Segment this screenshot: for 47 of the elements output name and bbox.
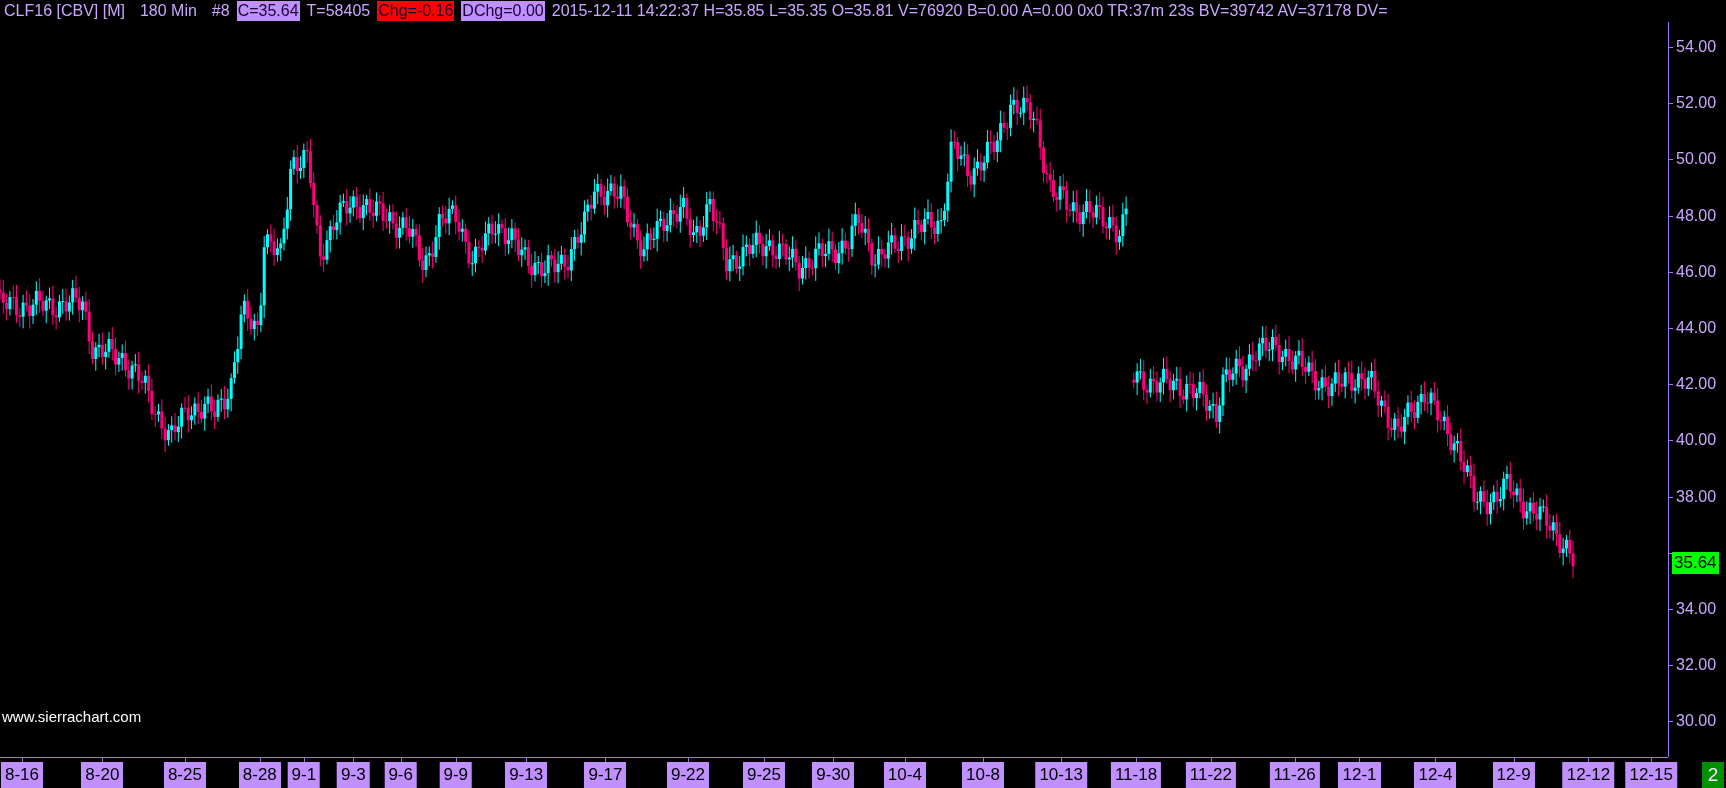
date-label: 8-16 bbox=[1, 762, 44, 788]
date-label: 9-9 bbox=[439, 762, 472, 788]
website-text: www.sierrachart.com bbox=[2, 707, 142, 727]
date-label: 8-20 bbox=[81, 762, 124, 788]
data-text: T=58405 bbox=[306, 1, 371, 21]
price-label: 54.00 bbox=[1676, 38, 1717, 56]
date-label: 9-22 bbox=[667, 762, 709, 788]
price-label: 30.00 bbox=[1676, 712, 1717, 731]
price-label: 38.00 bbox=[1676, 487, 1717, 506]
date-label: 9-30 bbox=[812, 762, 855, 788]
timeframe-text: 180 Min bbox=[139, 1, 197, 21]
date-label: 10-8 bbox=[962, 762, 1004, 788]
price-label: 44.00 bbox=[1676, 319, 1717, 337]
data-badge: DChg=0.00 bbox=[461, 1, 545, 21]
data-badge: Chg=-0.16 bbox=[377, 1, 455, 21]
date-label: 8-28 bbox=[238, 762, 281, 788]
price-label: 48.00 bbox=[1676, 206, 1717, 225]
date-label: 11-22 bbox=[1185, 762, 1236, 788]
date-label: 12-15 bbox=[1625, 762, 1677, 788]
bar-number-text: #8 bbox=[211, 1, 230, 21]
data-text: 2015-12-11 14:22:37 H=35.85 L=35.35 O=35.81 V=76920 B=0.00 A=0.00 0x0 TR:37m 23s BV=39742 AV=37178 DV= bbox=[551, 1, 1388, 21]
date-label: 9-13 bbox=[505, 762, 548, 788]
date-label: 9-17 bbox=[584, 762, 627, 788]
date-label: 8-25 bbox=[163, 762, 206, 788]
last-price-badge: 35.64 bbox=[1672, 551, 1719, 574]
date-label: 9-25 bbox=[742, 762, 785, 788]
data-badge: C=35.64 bbox=[236, 1, 300, 21]
date-label: 11-26 bbox=[1269, 762, 1320, 788]
date-label: 12-1 bbox=[1338, 762, 1381, 788]
date-label: 10-13 bbox=[1035, 762, 1087, 788]
price-label: 32.00 bbox=[1676, 656, 1717, 675]
chart-number-badge: 2 bbox=[1702, 762, 1724, 788]
date-label: 9-3 bbox=[337, 762, 370, 788]
date-label: 12-4 bbox=[1414, 762, 1457, 788]
date-label: 9-1 bbox=[287, 762, 321, 788]
date-label: 10-4 bbox=[883, 762, 926, 788]
price-label: 50.00 bbox=[1676, 150, 1717, 169]
price-label: 34.00 bbox=[1676, 600, 1717, 618]
price-label: 42.00 bbox=[1676, 375, 1717, 394]
price-label: 40.00 bbox=[1676, 431, 1717, 450]
date-label: 11-18 bbox=[1110, 762, 1162, 788]
date-label: 12-12 bbox=[1562, 762, 1615, 788]
date-label: 12-9 bbox=[1492, 762, 1535, 788]
date-label: 9-6 bbox=[384, 762, 417, 788]
price-label: 52.00 bbox=[1676, 94, 1717, 113]
symbol-text: CLF16 [CBV] [M] bbox=[4, 1, 125, 21]
price-label: 46.00 bbox=[1676, 262, 1717, 281]
